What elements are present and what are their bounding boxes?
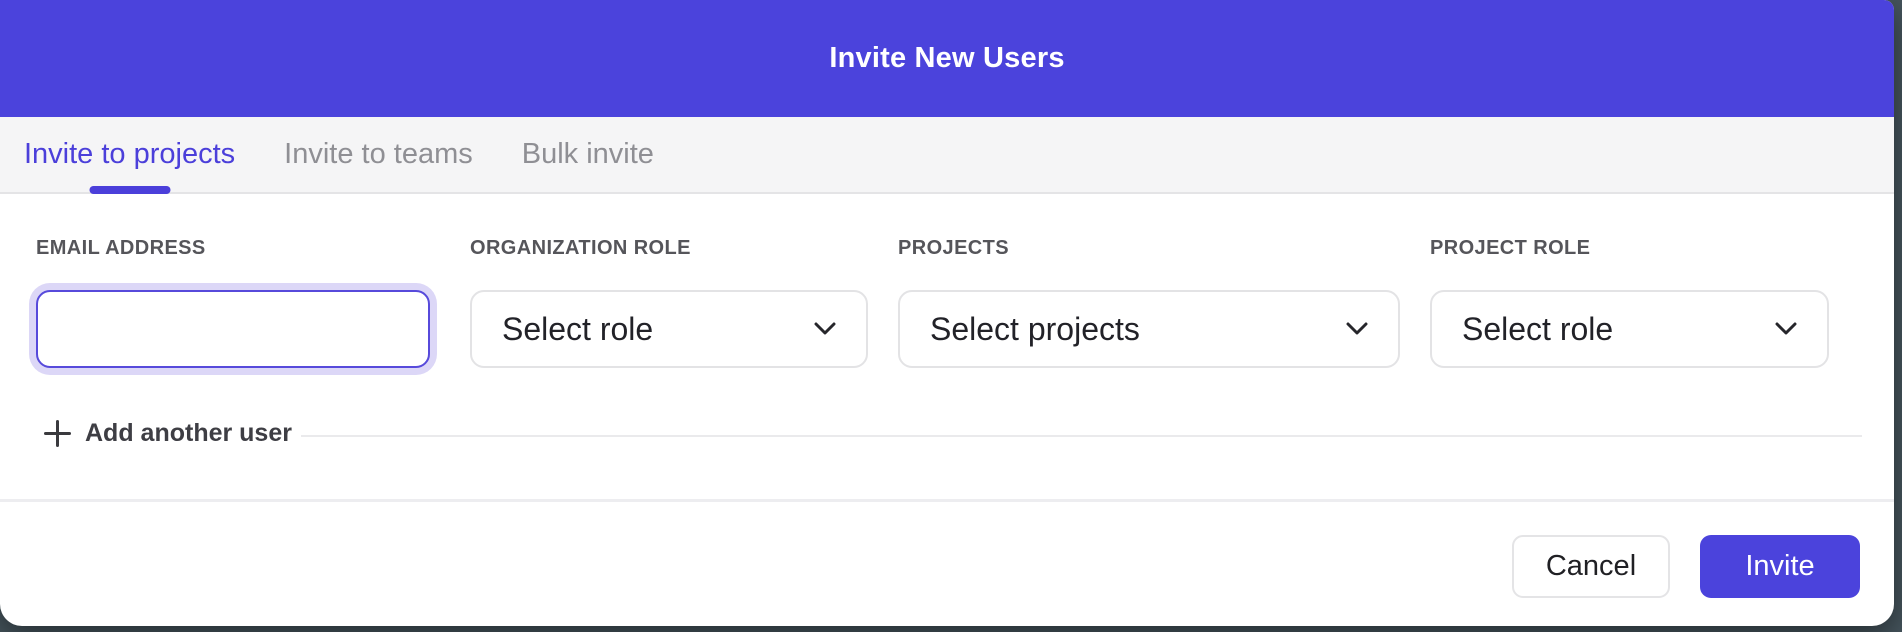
select-value: Select projects xyxy=(930,311,1140,348)
add-another-user-button[interactable]: Add another user xyxy=(44,419,292,448)
projects-field-group: PROJECTS Select projects xyxy=(898,237,1400,368)
email-address-input[interactable] xyxy=(36,290,430,368)
invite-button-label: Invite xyxy=(1745,550,1814,583)
plus-icon xyxy=(44,420,71,447)
tab-label: Invite to projects xyxy=(24,138,235,171)
dialog-header: Invite New Users xyxy=(0,0,1894,117)
invite-button[interactable]: Invite xyxy=(1700,535,1860,598)
select-value: Select role xyxy=(1462,311,1613,348)
tab-bar: Invite to projects Invite to teams Bulk … xyxy=(0,117,1894,194)
email-address-label: EMAIL ADDRESS xyxy=(36,237,430,259)
chevron-down-icon xyxy=(814,322,836,336)
cancel-button-label: Cancel xyxy=(1546,550,1636,583)
tab-invite-to-projects[interactable]: Invite to projects xyxy=(24,117,235,192)
projects-label: PROJECTS xyxy=(898,237,1400,259)
footer-divider xyxy=(0,499,1894,502)
cancel-button[interactable]: Cancel xyxy=(1512,535,1670,598)
chevron-down-icon xyxy=(1775,322,1797,336)
add-another-user-label: Add another user xyxy=(85,419,292,448)
chevron-down-icon xyxy=(1346,322,1368,336)
add-user-divider-line xyxy=(301,435,1862,437)
tab-bulk-invite[interactable]: Bulk invite xyxy=(522,117,654,192)
project-role-select[interactable]: Select role xyxy=(1430,290,1829,368)
active-tab-indicator xyxy=(89,186,170,194)
projects-select[interactable]: Select projects xyxy=(898,290,1400,368)
dialog-title: Invite New Users xyxy=(829,42,1064,75)
project-role-label: PROJECT ROLE xyxy=(1430,237,1829,259)
select-value: Select role xyxy=(502,311,653,348)
organization-role-select[interactable]: Select role xyxy=(470,290,868,368)
tab-label: Invite to teams xyxy=(284,138,473,171)
project-role-field-group: PROJECT ROLE Select role xyxy=(1430,237,1829,368)
email-field-group: EMAIL ADDRESS xyxy=(36,237,430,368)
invite-new-users-dialog: Invite New Users Invite to projects Invi… xyxy=(0,0,1894,626)
tab-invite-to-teams[interactable]: Invite to teams xyxy=(284,117,473,192)
tab-label: Bulk invite xyxy=(522,138,654,171)
organization-role-field-group: ORGANIZATION ROLE Select role xyxy=(470,237,868,368)
organization-role-label: ORGANIZATION ROLE xyxy=(470,237,868,259)
